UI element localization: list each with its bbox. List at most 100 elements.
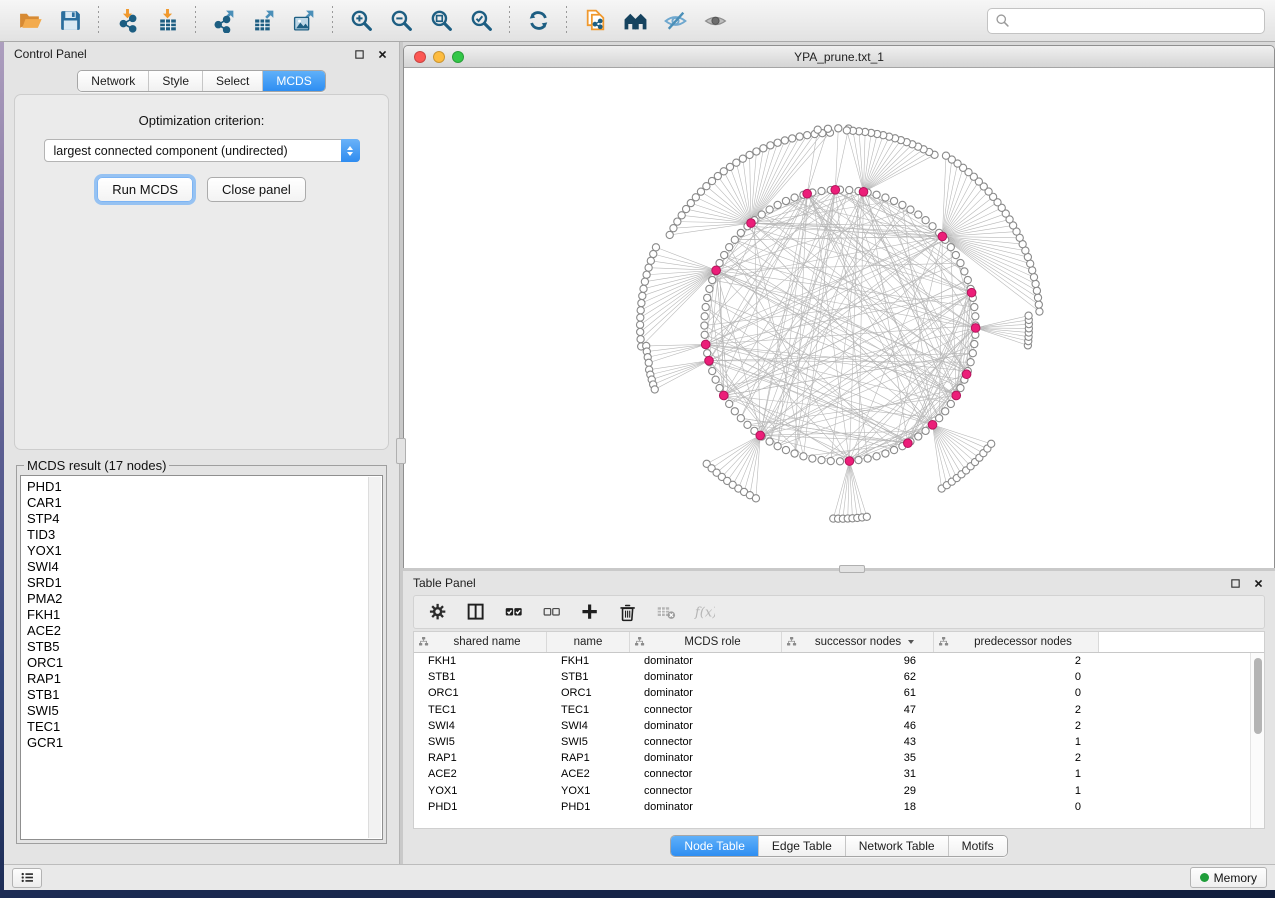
table-panel-tab-edge-table[interactable]: Edge Table bbox=[758, 836, 845, 856]
mcds-result-item[interactable]: RAP1 bbox=[27, 671, 382, 687]
mcds-result-item[interactable]: TID3 bbox=[27, 527, 382, 543]
table-panel-tab-motifs[interactable]: Motifs bbox=[948, 836, 1007, 856]
panel-splitter[interactable] bbox=[400, 42, 403, 864]
mcds-result-item[interactable]: SWI5 bbox=[27, 703, 382, 719]
table-row-yox1[interactable]: YOX1YOX1connector291 bbox=[414, 783, 1250, 799]
cell: 18 bbox=[782, 801, 934, 813]
mcds-result-item[interactable]: GCR1 bbox=[27, 735, 382, 751]
cell: 0 bbox=[934, 671, 1099, 683]
result-list-scrollbar[interactable] bbox=[368, 477, 381, 838]
trash-icon bbox=[618, 602, 639, 623]
mcds-result-item[interactable]: STB1 bbox=[27, 687, 382, 703]
mcds-result-item[interactable]: CAR1 bbox=[27, 495, 382, 511]
import-table-button[interactable] bbox=[147, 4, 187, 38]
mcds-result-item[interactable]: PMA2 bbox=[27, 591, 382, 607]
table-scrollbar-thumb[interactable] bbox=[1254, 658, 1262, 734]
table-row-swi4[interactable]: SWI4SWI4dominator462 bbox=[414, 718, 1250, 734]
cell: 0 bbox=[934, 687, 1099, 699]
column-header-predecessor-nodes[interactable]: predecessor nodes bbox=[934, 632, 1099, 652]
mcds-result-item[interactable]: TEC1 bbox=[27, 719, 382, 735]
mcds-result-item[interactable]: ACE2 bbox=[27, 623, 382, 639]
first-neighbors-button[interactable] bbox=[615, 4, 655, 38]
select-all-columns-button[interactable] bbox=[498, 598, 530, 626]
close-panel-button[interactable]: Close panel bbox=[207, 177, 306, 202]
zoom-selected-button[interactable] bbox=[461, 4, 501, 38]
show-panels-button[interactable] bbox=[12, 868, 42, 888]
cell: dominator bbox=[630, 655, 782, 667]
control-panel-tab-mcds[interactable]: MCDS bbox=[262, 71, 324, 91]
mcds-result-item[interactable]: STB5 bbox=[27, 639, 382, 655]
table-row-tec1[interactable]: TEC1TEC1connector472 bbox=[414, 702, 1250, 718]
save-session-button[interactable] bbox=[50, 4, 90, 38]
memory-button[interactable]: Memory bbox=[1190, 867, 1267, 888]
search-input[interactable] bbox=[1010, 14, 1264, 28]
run-mcds-button[interactable]: Run MCDS bbox=[97, 177, 193, 202]
mcds-result-item[interactable]: FKH1 bbox=[27, 607, 382, 623]
table-panel-tab-network-table[interactable]: Network Table bbox=[845, 836, 948, 856]
network-window-titlebar[interactable]: YPA_prune.txt_1 bbox=[404, 46, 1274, 68]
graph-nodes[interactable] bbox=[636, 125, 1043, 523]
zoom-out-button[interactable] bbox=[381, 4, 421, 38]
network-canvas[interactable] bbox=[404, 68, 1274, 568]
cell: connector bbox=[630, 768, 782, 780]
table-row-stb1[interactable]: STB1STB1dominator620 bbox=[414, 669, 1250, 685]
deselect-all-columns-button[interactable] bbox=[536, 598, 568, 626]
mcds-result-item[interactable]: SWI4 bbox=[27, 559, 382, 575]
mcds-result-item[interactable]: STP4 bbox=[27, 511, 382, 527]
table-row-ace2[interactable]: ACE2ACE2connector311 bbox=[414, 766, 1250, 782]
zoom-fit-icon bbox=[429, 8, 454, 33]
cell: 35 bbox=[782, 752, 934, 764]
table-splitter-handle[interactable] bbox=[839, 565, 865, 573]
export-network-button[interactable] bbox=[204, 4, 244, 38]
new-network-from-selection-button[interactable] bbox=[575, 4, 615, 38]
mcds-result-item[interactable]: ORC1 bbox=[27, 655, 382, 671]
column-header-successor-nodes[interactable]: successor nodes bbox=[782, 632, 934, 652]
mcds-result-item[interactable]: PHD1 bbox=[27, 479, 382, 495]
show-column-panel-button[interactable] bbox=[460, 598, 492, 626]
zoom-in-button[interactable] bbox=[341, 4, 381, 38]
export-table-icon bbox=[252, 8, 277, 33]
search-box[interactable] bbox=[987, 8, 1265, 34]
table-scrollbar[interactable] bbox=[1250, 653, 1264, 828]
export-table-button[interactable] bbox=[244, 4, 284, 38]
table-panel-close-button[interactable] bbox=[1251, 576, 1265, 590]
control-panel-tab-network[interactable]: Network bbox=[78, 71, 148, 91]
zoom-in-icon bbox=[349, 8, 374, 33]
create-column-button[interactable] bbox=[574, 598, 606, 626]
export-image-button[interactable] bbox=[284, 4, 324, 38]
mcds-result-item[interactable]: SRD1 bbox=[27, 575, 382, 591]
table-splitter[interactable] bbox=[403, 568, 1275, 571]
table-row-fkh1[interactable]: FKH1FKH1dominator962 bbox=[414, 653, 1250, 669]
control-panel-tab-select[interactable]: Select bbox=[202, 71, 262, 91]
show-all-button[interactable] bbox=[695, 4, 735, 38]
control-panel-float-button[interactable] bbox=[352, 47, 366, 61]
table-row-swi5[interactable]: SWI5SWI5connector431 bbox=[414, 734, 1250, 750]
table-panel-float-button[interactable] bbox=[1228, 576, 1242, 590]
table-panel-tab-node-table[interactable]: Node Table bbox=[671, 836, 758, 856]
tree-icon bbox=[786, 636, 798, 648]
table-row-rap1[interactable]: RAP1RAP1dominator352 bbox=[414, 750, 1250, 766]
open-file-button[interactable] bbox=[10, 4, 50, 38]
optimization-select[interactable]: largest connected component (undirected) bbox=[44, 139, 360, 162]
column-header-shared-name[interactable]: shared name bbox=[414, 632, 547, 652]
cell: SWI4 bbox=[547, 720, 630, 732]
column-header-mcds-role[interactable]: MCDS role bbox=[630, 632, 782, 652]
table-row-phd1[interactable]: PHD1PHD1dominator180 bbox=[414, 799, 1250, 815]
delete-columns-button[interactable] bbox=[612, 598, 644, 626]
cell: 0 bbox=[934, 801, 1099, 813]
import-network-button[interactable] bbox=[107, 4, 147, 38]
control-panel-tab-style[interactable]: Style bbox=[148, 71, 202, 91]
gear-icon bbox=[428, 602, 449, 623]
tree-icon bbox=[418, 636, 430, 648]
column-header-name[interactable]: name bbox=[547, 632, 630, 652]
table-row-orc1[interactable]: ORC1ORC1dominator610 bbox=[414, 685, 1250, 701]
fx-icon: f(x) bbox=[694, 602, 715, 623]
table-settings-button[interactable] bbox=[422, 598, 454, 626]
apply-preferred-layout-button[interactable] bbox=[518, 4, 558, 38]
zoom-fit-button[interactable] bbox=[421, 4, 461, 38]
mcds-result-item[interactable]: YOX1 bbox=[27, 543, 382, 559]
mcds-result-list[interactable]: PHD1CAR1STP4TID3YOX1SWI4SRD1PMA2FKH1ACE2… bbox=[20, 475, 383, 840]
hide-selected-button[interactable] bbox=[655, 4, 695, 38]
splitter-handle[interactable] bbox=[396, 438, 406, 464]
control-panel-close-button[interactable] bbox=[375, 47, 389, 61]
